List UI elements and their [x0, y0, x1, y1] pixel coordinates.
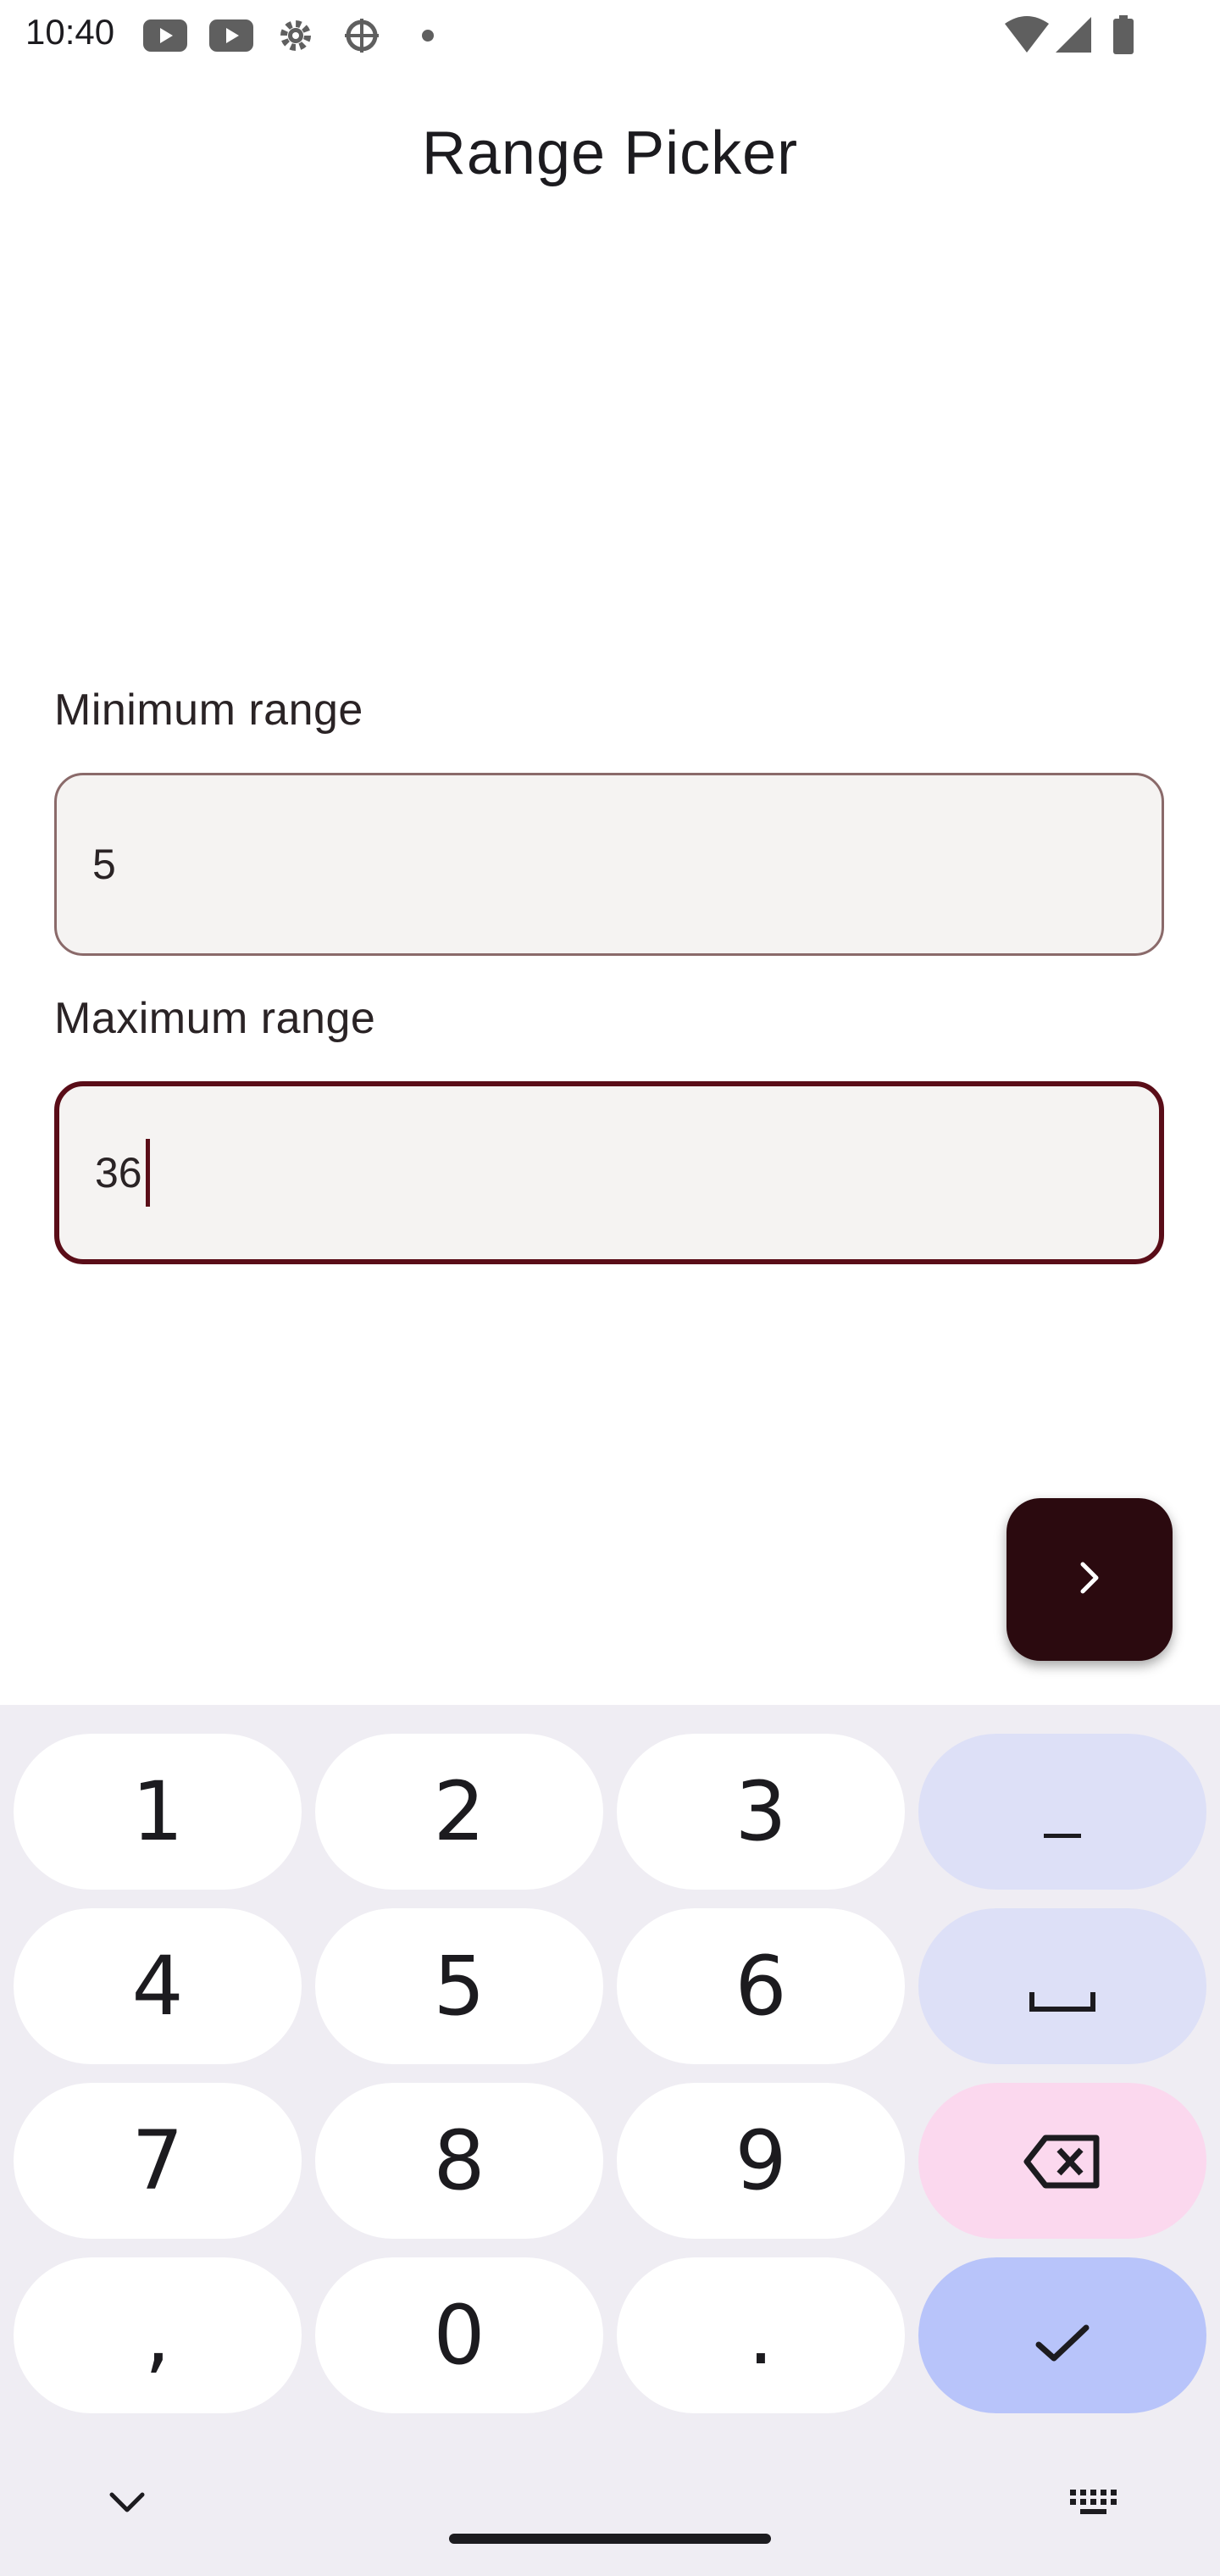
signal-icon: [1054, 15, 1093, 58]
wifi-icon: [1003, 15, 1051, 58]
minus-icon: [1042, 1764, 1083, 1859]
key-minus[interactable]: [918, 1734, 1206, 1890]
settings-icon: [273, 15, 319, 56]
max-range-value: 36: [95, 1149, 142, 1196]
key-8[interactable]: 8: [315, 2083, 603, 2239]
page-title: Range Picker: [421, 119, 799, 187]
key-3[interactable]: 3: [617, 1734, 905, 1890]
youtube-icon: [208, 15, 254, 56]
check-icon: [1035, 2288, 1090, 2383]
key-5[interactable]: 5: [315, 1908, 603, 2064]
debug-icon: [339, 15, 385, 56]
key-9[interactable]: 9: [617, 2083, 905, 2239]
status-bar: 10:40: [0, 0, 1220, 71]
key-done[interactable]: [918, 2257, 1206, 2413]
key-0[interactable]: 0: [315, 2257, 603, 2413]
chevron-down-icon: [107, 2490, 147, 2519]
key-2[interactable]: 2: [315, 1734, 603, 1890]
max-range-field[interactable]: 36: [54, 1081, 1164, 1264]
key-period[interactable]: .: [617, 2257, 905, 2413]
keyboard-icon: [1068, 2488, 1117, 2521]
status-time: 10:40: [25, 12, 115, 52]
min-range-value: 5: [92, 841, 116, 888]
battery-icon: [1112, 15, 1135, 58]
key-backspace[interactable]: [918, 2083, 1206, 2239]
dot-icon: [405, 15, 451, 56]
min-range-label: Minimum range: [54, 686, 363, 735]
text-cursor: [145, 1139, 150, 1207]
youtube-icon: [142, 15, 188, 56]
gesture-handle[interactable]: [449, 2534, 771, 2544]
key-6[interactable]: 6: [617, 1908, 905, 2064]
key-4[interactable]: 4: [14, 1908, 302, 2064]
chevron-right-icon: [1071, 1559, 1108, 1601]
min-range-field[interactable]: 5: [54, 773, 1164, 956]
key-comma[interactable]: ,: [14, 2257, 302, 2413]
max-range-input-row: 36: [95, 1139, 150, 1207]
backspace-icon: [1023, 2113, 1101, 2208]
hide-keyboard-button[interactable]: [93, 2483, 161, 2525]
space-icon: [1029, 1939, 1096, 2034]
key-7[interactable]: 7: [14, 2083, 302, 2239]
keyboard-switch-button[interactable]: [1059, 2483, 1127, 2525]
max-range-label: Maximum range: [54, 994, 376, 1043]
key-1[interactable]: 1: [14, 1734, 302, 1890]
key-space[interactable]: [918, 1908, 1206, 2064]
next-button[interactable]: [1006, 1498, 1173, 1661]
